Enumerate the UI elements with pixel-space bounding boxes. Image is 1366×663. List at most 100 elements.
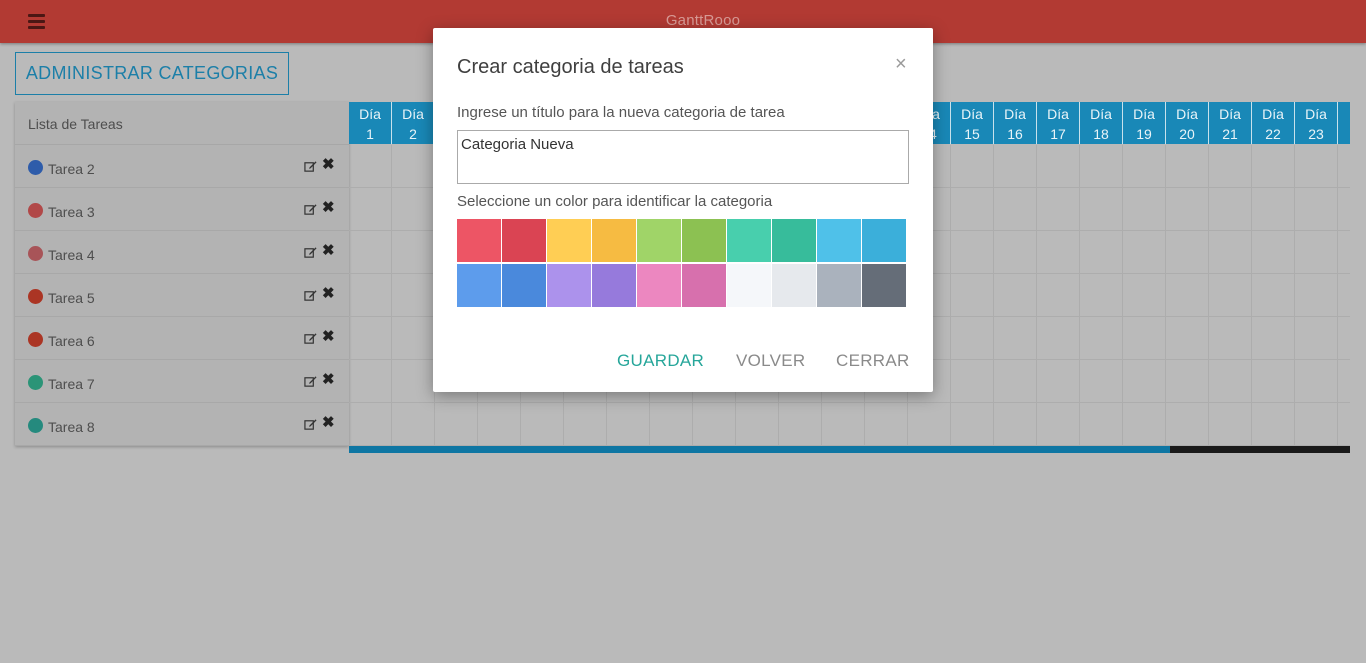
day-label: Día: [359, 106, 381, 122]
delete-icon[interactable]: ✖: [322, 415, 335, 431]
day-number: 22: [1265, 126, 1281, 142]
task-color-dot: [28, 418, 43, 433]
task-color-dot: [28, 332, 43, 347]
edit-icon[interactable]: [304, 160, 317, 173]
app-title: GanttRooo: [665, 12, 741, 29]
color-swatch[interactable]: [772, 219, 816, 262]
day-label: Día: [1262, 106, 1284, 122]
task-row[interactable]: Tarea 3 ✖: [15, 188, 349, 231]
edit-icon[interactable]: [304, 289, 317, 302]
day-number: 21: [1222, 126, 1238, 142]
delete-icon[interactable]: ✖: [322, 243, 335, 259]
task-row[interactable]: Tarea 5 ✖: [15, 274, 349, 317]
category-title-input[interactable]: [457, 130, 909, 184]
grid-line: [1294, 145, 1295, 446]
scrollbar-thumb[interactable]: [349, 446, 1170, 453]
day-number: 23: [1308, 126, 1324, 142]
color-swatch[interactable]: [817, 219, 861, 262]
color-swatch[interactable]: [682, 264, 726, 307]
color-swatch[interactable]: [637, 264, 681, 307]
color-picker-label: Seleccione un color para identificar la …: [457, 193, 773, 210]
day-number: 17: [1050, 126, 1066, 142]
day-header: [1338, 102, 1350, 144]
back-button[interactable]: VOLVER: [736, 351, 806, 371]
color-swatch[interactable]: [862, 219, 906, 262]
color-swatch[interactable]: [637, 219, 681, 262]
task-row[interactable]: Tarea 7 ✖: [15, 360, 349, 403]
color-swatch[interactable]: [547, 264, 591, 307]
day-header: Día 20: [1166, 102, 1209, 144]
day-header: Día 2: [392, 102, 435, 144]
edit-icon[interactable]: [304, 246, 317, 259]
day-number: 19: [1136, 126, 1152, 142]
task-color-dot: [28, 203, 43, 218]
edit-icon[interactable]: [304, 375, 317, 388]
task-row[interactable]: Tarea 4 ✖: [15, 231, 349, 274]
color-swatch[interactable]: [817, 264, 861, 307]
task-name: Tarea 5: [48, 290, 95, 306]
edit-icon[interactable]: [304, 418, 317, 431]
day-number: 18: [1093, 126, 1109, 142]
delete-icon[interactable]: ✖: [322, 372, 335, 388]
color-swatch[interactable]: [682, 219, 726, 262]
grid-line: [391, 145, 392, 446]
task-color-dot: [28, 246, 43, 261]
day-header: Día 22: [1252, 102, 1295, 144]
manage-categories-button[interactable]: ADMINISTRAR CATEGORIAS: [15, 52, 289, 95]
grid-line: [1079, 145, 1080, 446]
color-swatch[interactable]: [457, 264, 501, 307]
color-swatch[interactable]: [727, 219, 771, 262]
grid-line: [1251, 145, 1252, 446]
delete-icon[interactable]: ✖: [322, 329, 335, 345]
day-header: Día 16: [994, 102, 1037, 144]
grid-line: [950, 145, 951, 446]
delete-icon[interactable]: ✖: [322, 200, 335, 216]
color-swatch[interactable]: [502, 264, 546, 307]
task-name: Tarea 4: [48, 247, 95, 263]
day-label: Día: [1305, 106, 1327, 122]
day-number: 16: [1007, 126, 1023, 142]
task-row[interactable]: Tarea 6 ✖: [15, 317, 349, 360]
day-label: Día: [1047, 106, 1069, 122]
close-icon[interactable]: ×: [895, 54, 907, 74]
save-button[interactable]: GUARDAR: [617, 351, 704, 371]
color-swatch[interactable]: [592, 219, 636, 262]
grid-line: [1208, 145, 1209, 446]
task-name: Tarea 7: [48, 376, 95, 392]
grid-line: [1165, 145, 1166, 446]
close-button[interactable]: CERRAR: [836, 351, 910, 371]
edit-icon[interactable]: [304, 203, 317, 216]
category-title-label: Ingrese un título para la nueva categori…: [457, 104, 785, 121]
grid-line: [349, 445, 1350, 446]
day-number: 15: [964, 126, 980, 142]
delete-icon[interactable]: ✖: [322, 286, 335, 302]
edit-icon[interactable]: [304, 332, 317, 345]
day-number: 1: [366, 126, 374, 142]
day-header: Día 15: [951, 102, 994, 144]
delete-icon[interactable]: ✖: [322, 157, 335, 173]
day-header: Día 19: [1123, 102, 1166, 144]
color-swatch[interactable]: [862, 264, 906, 307]
grid-line: [1036, 145, 1037, 446]
day-label: Día: [402, 106, 424, 122]
color-swatch[interactable]: [547, 219, 591, 262]
color-swatch[interactable]: [727, 264, 771, 307]
day-header: Día 21: [1209, 102, 1252, 144]
day-label: Día: [1133, 106, 1155, 122]
grid-line: [1337, 145, 1338, 446]
day-header: Día 23: [1295, 102, 1338, 144]
color-swatch[interactable]: [502, 219, 546, 262]
day-header: Día 1: [349, 102, 392, 144]
create-category-dialog: Crear categoria de tareas × Ingrese un t…: [433, 28, 933, 392]
day-label: Día: [1219, 106, 1241, 122]
day-header: Día 18: [1080, 102, 1123, 144]
color-swatch[interactable]: [592, 264, 636, 307]
horizontal-scrollbar[interactable]: [349, 446, 1350, 453]
task-row[interactable]: Tarea 8 ✖: [15, 403, 349, 446]
color-swatch[interactable]: [772, 264, 816, 307]
day-number: 2: [409, 126, 417, 142]
task-name: Tarea 3: [48, 204, 95, 220]
task-row[interactable]: Tarea 2 ✖: [15, 145, 349, 188]
color-swatch[interactable]: [457, 219, 501, 262]
task-color-dot: [28, 289, 43, 304]
